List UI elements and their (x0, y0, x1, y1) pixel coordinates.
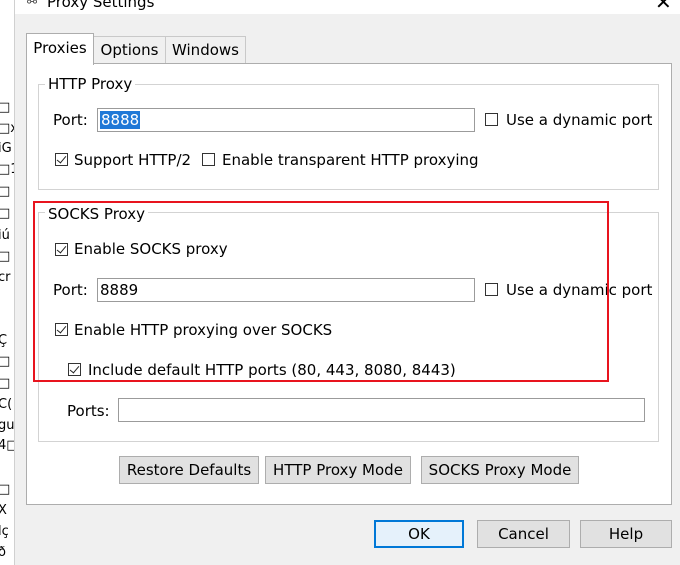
bg-fragment: iG (0, 141, 12, 156)
bg-fragment: lç (0, 524, 9, 539)
restore-defaults-button[interactable]: Restore Defaults (119, 456, 259, 484)
http-proxy-mode-button[interactable]: HTTP Proxy Mode (265, 456, 411, 484)
tab-proxies[interactable]: Proxies (26, 33, 94, 65)
transparent-proxy-label: Enable transparent HTTP proxying (222, 151, 479, 169)
socks-port-value: 8889 (100, 281, 139, 299)
proxy-app-icon: ⚯ (27, 0, 38, 9)
socks-port-label: Port: (53, 281, 88, 299)
http-port-input[interactable]: 8888 (97, 108, 475, 132)
socks-proxy-mode-button[interactable]: SOCKS Proxy Mode (421, 456, 579, 484)
bg-fragment: □ (0, 184, 10, 199)
http-proxy-legend: HTTP Proxy (45, 75, 136, 93)
title-bar[interactable]: ⚯ Proxy Settings ✕ (15, 0, 680, 14)
http-port-value: 8888 (100, 111, 141, 129)
bg-fragment: ð (0, 545, 6, 560)
close-icon[interactable]: ✕ (655, 0, 672, 14)
tab-options[interactable]: Options (93, 36, 166, 63)
ok-button[interactable]: OK (374, 520, 464, 548)
bg-fragment: Ç (0, 333, 7, 348)
http-over-socks-checkbox[interactable] (55, 323, 68, 336)
help-button[interactable]: Help (580, 520, 672, 548)
cancel-button[interactable]: Cancel (477, 520, 570, 548)
http-over-socks-label: Enable HTTP proxying over SOCKS (74, 321, 333, 339)
support-http2-label: Support HTTP/2 (74, 151, 192, 169)
bg-fragment: gu (0, 418, 15, 433)
bg-fragment: □ (0, 249, 10, 264)
socks-proxy-legend: SOCKS Proxy (45, 205, 149, 223)
bg-fragment: □ (0, 354, 10, 369)
bg-fragment: X (0, 503, 7, 518)
bg-fragment: 4□ (0, 438, 14, 453)
http-proxy-group (38, 84, 659, 190)
bg-fragment: C( (0, 397, 13, 412)
bg-fragment: cr (0, 270, 11, 285)
bg-fragment: □ (0, 376, 10, 391)
http-port-label: Port: (53, 111, 88, 129)
ports-input[interactable] (118, 398, 645, 422)
bg-fragment: □ (0, 206, 10, 221)
include-default-ports-checkbox[interactable] (68, 363, 81, 376)
http-dynamic-port-label: Use a dynamic port (506, 111, 653, 129)
ports-label: Ports: (67, 402, 110, 420)
bg-fragment: □1 (0, 162, 14, 177)
enable-socks-label: Enable SOCKS proxy (74, 240, 228, 258)
bg-fragment: □ (0, 482, 10, 497)
socks-dynamic-port-label: Use a dynamic port (506, 281, 653, 299)
proxy-settings-dialog: ⚯ Proxy Settings ✕ Proxies Options Windo… (14, 0, 680, 565)
enable-socks-checkbox[interactable] (55, 243, 68, 256)
bg-fragment: □x (0, 121, 14, 136)
dialog-title: Proxy Settings (47, 0, 155, 11)
transparent-proxy-checkbox[interactable] (202, 153, 215, 166)
bg-fragment: □ (0, 100, 10, 115)
socks-dynamic-port-checkbox[interactable] (485, 283, 498, 296)
bg-fragment: iú (0, 228, 10, 243)
tab-windows[interactable]: Windows (165, 36, 246, 63)
support-http2-checkbox[interactable] (55, 153, 68, 166)
socks-port-input[interactable]: 8889 (97, 278, 475, 302)
include-default-ports-label: Include default HTTP ports (80, 443, 808… (88, 361, 456, 379)
http-dynamic-port-checkbox[interactable] (485, 113, 498, 126)
background-window: □ □x iG □1 □ □ iú □ cr Ç □ □ C( gu 4□ □ … (0, 0, 15, 565)
